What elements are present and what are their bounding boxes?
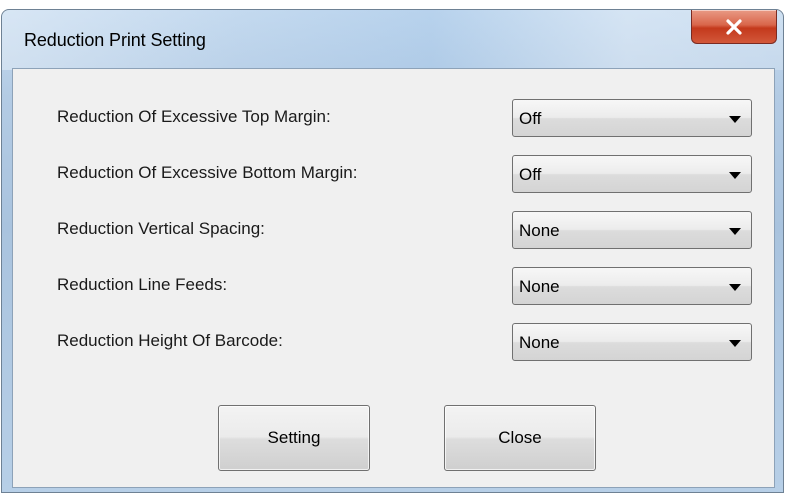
top-margin-value: Off xyxy=(519,109,542,128)
setting-row-top-margin: Reduction Of Excessive Top Margin: Off xyxy=(13,99,774,139)
dropdown-arrow-icon xyxy=(729,284,741,291)
barcode-height-dropdown[interactable]: None xyxy=(512,323,752,361)
window-close-button[interactable] xyxy=(691,10,777,44)
bottom-margin-value: Off xyxy=(519,165,542,184)
setting-row-vertical-spacing: Reduction Vertical Spacing: None xyxy=(13,211,774,251)
setting-row-line-feeds: Reduction Line Feeds: None xyxy=(13,267,774,307)
dropdown-arrow-icon xyxy=(729,116,741,123)
close-icon xyxy=(725,18,743,36)
window-title: Reduction Print Setting xyxy=(24,30,206,50)
vertical-spacing-label: Reduction Vertical Spacing: xyxy=(57,219,265,238)
top-margin-label: Reduction Of Excessive Top Margin: xyxy=(57,107,331,126)
line-feeds-value: None xyxy=(519,277,560,296)
title-bar[interactable]: Reduction Print Setting xyxy=(2,10,783,68)
dropdown-arrow-icon xyxy=(729,172,741,179)
dropdown-arrow-icon xyxy=(729,340,741,347)
setting-row-bottom-margin: Reduction Of Excessive Bottom Margin: Of… xyxy=(13,155,774,195)
setting-button[interactable]: Setting xyxy=(218,405,370,471)
dialog-content: Reduction Of Excessive Top Margin: Off R… xyxy=(12,68,775,488)
barcode-height-value: None xyxy=(519,333,560,352)
line-feeds-dropdown[interactable]: None xyxy=(512,267,752,305)
close-button[interactable]: Close xyxy=(444,405,596,471)
setting-row-barcode-height: Reduction Height Of Barcode: None xyxy=(13,323,774,363)
barcode-height-label: Reduction Height Of Barcode: xyxy=(57,331,283,350)
dialog-window: Reduction Print Setting Reduction Of Exc… xyxy=(1,9,784,493)
vertical-spacing-dropdown[interactable]: None xyxy=(512,211,752,249)
dropdown-arrow-icon xyxy=(729,228,741,235)
top-margin-dropdown[interactable]: Off xyxy=(512,99,752,137)
line-feeds-label: Reduction Line Feeds: xyxy=(57,275,228,294)
bottom-margin-label: Reduction Of Excessive Bottom Margin: xyxy=(57,163,358,182)
bottom-margin-dropdown[interactable]: Off xyxy=(512,155,752,193)
vertical-spacing-value: None xyxy=(519,221,560,240)
